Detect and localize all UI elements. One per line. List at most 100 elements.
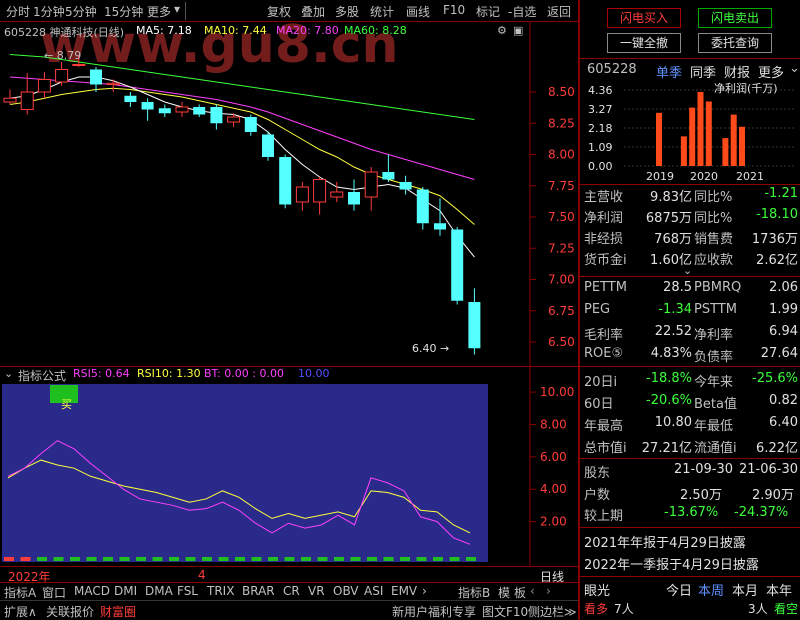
indicator-chart[interactable]: 10.00 8.00 6.00 4.00 2.00 买 ⌄ 指标公式 RSI5: 0.6…	[0, 366, 578, 566]
perf-v1: -20.6%	[646, 393, 692, 408]
flash-sell-button[interactable]: 闪电卖出	[698, 8, 772, 28]
tab-dma[interactable]: DMA	[145, 584, 173, 598]
cancel-all-button[interactable]: 一键全撤	[607, 33, 681, 53]
holder-date-2: 21-06-30	[739, 462, 799, 477]
tabs-scroll-right-icon[interactable]: ›	[422, 584, 427, 598]
indicator-tick-label: 6.00	[540, 450, 567, 464]
tab-template[interactable]: 模	[498, 584, 510, 601]
remove-watchlist-button[interactable]: -自选	[508, 3, 536, 20]
wealth-circle-button[interactable]: 财富圈	[100, 603, 136, 620]
val-k1: PETTM	[584, 280, 627, 295]
tab-emv[interactable]: EMV	[391, 584, 417, 598]
candle-body	[364, 171, 378, 198]
tab-macd[interactable]: MACD	[74, 584, 110, 598]
signal-bar	[334, 557, 344, 561]
tab-15min[interactable]: 15分钟	[104, 3, 143, 20]
tab-fsl[interactable]: FSL	[177, 584, 198, 598]
val-row: ROE⑤ 4.83% 负债率 27.64	[584, 346, 798, 366]
fin-y-tick: 0.00	[588, 160, 613, 173]
more-chevron-icon[interactable]: ⌄	[789, 61, 800, 76]
perf-row: 年最高 10.80 年最低 6.40	[584, 415, 798, 435]
signal-bar	[433, 557, 443, 561]
val-v2: 27.64	[760, 346, 798, 361]
window-close-icon[interactable]: ▣	[513, 24, 523, 37]
tab-indicator-a[interactable]: 指标A	[4, 584, 36, 601]
tab-indicator-b[interactable]: 指标B	[458, 584, 490, 601]
new-user-benefit-link[interactable]: 新用户福利专享	[392, 603, 476, 620]
indicator-tick-label: 8.00	[540, 417, 567, 431]
signal-bar	[317, 557, 328, 561]
tab-cr[interactable]: CR	[283, 584, 300, 598]
indicator-plot-area	[2, 384, 488, 562]
tab-dmi[interactable]: DMI	[114, 584, 137, 598]
tab-today[interactable]: 今日	[666, 580, 692, 599]
candle-body	[416, 189, 429, 224]
indicator-tabs: 指标A 窗口 MACD DMI DMA FSL TRIX BRAR CR VR …	[0, 582, 578, 600]
signal-bar	[367, 557, 377, 561]
candle-body	[313, 179, 327, 203]
rsi10-label: RSI10: 1.30	[137, 367, 201, 380]
candle-body	[279, 157, 292, 205]
graphic-f10-button[interactable]: 图文F10	[482, 603, 528, 620]
adjust-button[interactable]: 复权	[267, 3, 291, 20]
val-v2: 6.94	[769, 324, 798, 339]
fin-row: 非经损 768万 销售费 1736万	[584, 228, 798, 248]
overlay-button[interactable]: 叠加	[301, 3, 325, 20]
chevron-down-icon[interactable]: ▾	[174, 2, 180, 16]
tab-more[interactable]: 更多	[147, 3, 171, 20]
candlestick-chart[interactable]: www.gu8.cn 8.50 8.25 8.00 7.75 7.50 7.25 7.00 6…	[0, 15, 578, 366]
signal-bar	[416, 557, 427, 561]
multi-stock-button[interactable]: 多股	[335, 3, 359, 20]
tab-5min[interactable]: 5分钟	[65, 3, 97, 20]
tab-board[interactable]: 板	[514, 584, 526, 601]
fin-k2: 应收款	[694, 253, 734, 268]
candle-body	[262, 134, 274, 157]
tab-this-week[interactable]: 本周	[698, 580, 724, 599]
tab-obv[interactable]: OBV	[333, 584, 359, 598]
related-quotes-button[interactable]: 关联报价	[46, 603, 94, 620]
candle-body	[106, 82, 120, 85]
fin-row: 主营收 9.83亿 同比% -1.21	[584, 186, 798, 206]
tab-trix[interactable]: TRIX	[207, 584, 234, 598]
tab-this-month[interactable]: 本月	[732, 580, 758, 599]
stats-button[interactable]: 统计	[370, 3, 394, 20]
tabs-next-icon[interactable]: ›	[546, 584, 551, 598]
tab-this-year[interactable]: 本年	[766, 580, 792, 599]
tab-same-quarter[interactable]: 同季	[690, 62, 716, 81]
flash-buy-button[interactable]: 闪电买入	[607, 8, 681, 28]
candle-body	[124, 95, 137, 102]
val-v1: -1.34	[658, 302, 692, 317]
expand-button[interactable]: 扩展∧	[4, 603, 37, 620]
tab-vr[interactable]: VR	[308, 584, 325, 598]
fin-k2: 销售费	[694, 232, 734, 247]
perf-k1: 60日	[584, 397, 614, 412]
candle-body	[382, 172, 395, 180]
val-row: PETTM 28.5 PBMRQ 2.06	[584, 280, 798, 300]
sidebar-toggle-button[interactable]: 侧边栏≫	[528, 603, 577, 620]
val-v2: 2.06	[769, 280, 798, 295]
mark-button[interactable]: 标记	[476, 3, 500, 20]
f10-button[interactable]: F10	[443, 3, 465, 17]
tab-brar[interactable]: BRAR	[242, 584, 275, 598]
back-button[interactable]: 返回	[547, 3, 571, 20]
tabs-prev-icon[interactable]: ‹	[530, 584, 535, 598]
tab-asi[interactable]: ASI	[364, 584, 383, 598]
val-v1: 4.83%	[650, 346, 692, 361]
indicator-title[interactable]: 指标公式	[18, 367, 66, 384]
tab-1min[interactable]: 1分钟	[33, 3, 65, 20]
settings-gear-icon[interactable]: ⚙	[497, 24, 507, 37]
ma60-label: MA60: 8.28	[344, 24, 407, 37]
fin-y-tick: 4.36	[588, 84, 613, 97]
draw-button[interactable]: 画线	[406, 3, 430, 20]
tab-window[interactable]: 窗口	[42, 584, 66, 601]
tab-intraday[interactable]: 分时	[6, 3, 30, 20]
indicator-svg: 10.00 8.00 6.00 4.00 2.00 买	[0, 366, 578, 566]
period-toolbar: 分时 1分钟 5分钟 15分钟 更多 ▾ 复权 叠加 多股 统计 画线 F10 …	[0, 0, 578, 22]
tab-report[interactable]: 财报	[724, 62, 750, 81]
tab-single-quarter[interactable]: 单季	[656, 62, 682, 81]
tab-more-fin[interactable]: 更多	[758, 62, 784, 81]
indicator-menu-chevron-icon[interactable]: ⌄	[4, 367, 13, 380]
order-query-button[interactable]: 委托查询	[698, 33, 772, 53]
signal-bar	[284, 557, 295, 561]
indicator-tick-label: 2.00	[540, 515, 567, 529]
